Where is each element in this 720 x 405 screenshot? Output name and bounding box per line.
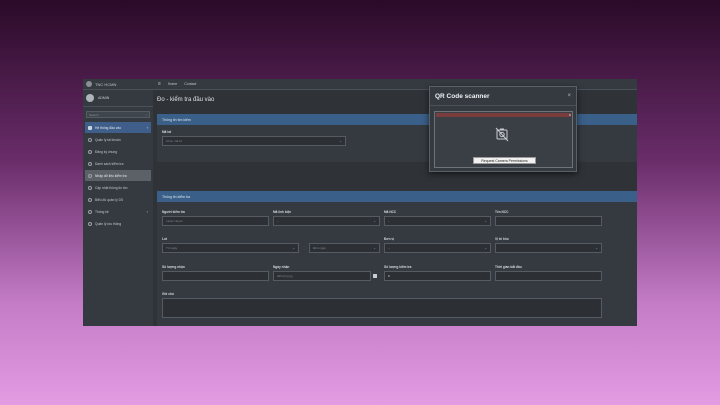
sidebar-item-label: Quản lý tài khoản	[95, 137, 121, 142]
hamburger-menu-icon[interactable]: ≡	[158, 81, 161, 87]
dashboard-icon	[88, 125, 92, 130]
sidebar-search[interactable]: Search ⌕	[86, 111, 150, 118]
chevron-down-icon: ⌄	[484, 246, 487, 250]
logo-icon	[86, 81, 92, 87]
ncc-name-label: Tên NCC	[495, 210, 509, 214]
chevron-down-icon: ⌄	[373, 219, 376, 223]
sidebar-item-label: Quản lý lưu thông	[95, 221, 122, 226]
nav-link-contact[interactable]: Contact	[184, 82, 196, 86]
sidebar-item-label: Nhập dữ liệu kiểm tra	[95, 173, 127, 178]
sidebar-item-accounts[interactable]: Quản lý tài khoản	[85, 134, 151, 145]
select-value: --	[388, 219, 390, 223]
sidebar-item-circulation[interactable]: Quản lý lưu thông	[85, 218, 151, 229]
circle-icon	[88, 137, 92, 142]
component-code-label: Mã linh kiện	[273, 210, 292, 214]
scanner-status-bar	[436, 113, 571, 117]
chevron-down-icon: ⌄	[484, 219, 487, 223]
select-value: --	[388, 246, 390, 250]
chevron-down-icon: ⌄	[292, 246, 295, 250]
chevron-left-icon: ‹	[146, 125, 148, 130]
circle-icon	[88, 173, 92, 178]
nav-link-home[interactable]: Home	[168, 82, 177, 86]
lot-to-select[interactable]: Đến ngày ⌄	[309, 243, 380, 253]
sidebar-item-registration[interactable]: Đăng ký chung	[85, 146, 151, 157]
ncc-name-field[interactable]	[495, 216, 602, 226]
sidebar-item-input-system[interactable]: Hệ thống đầu vào ‹	[85, 122, 151, 133]
inspector-value: Laser Huyen	[166, 219, 184, 223]
modal-title: QR Code scanner	[435, 92, 490, 100]
sidebar-item-label: Thống kê	[95, 209, 109, 214]
sidebar-item-inspection-list[interactable]: Danh sách kiểm tra	[85, 158, 151, 169]
sidebar-item-stock-update[interactable]: Cập nhật thông tin tồn	[85, 182, 151, 193]
close-icon[interactable]: ×	[567, 93, 571, 99]
lot-select[interactable]: Chọn mã lot ⌄	[162, 136, 346, 146]
sidebar-item-label: Biểu đồ quản lý DS	[95, 197, 124, 202]
chevron-down-icon: ⌄	[373, 246, 376, 250]
received-qty-field[interactable]	[162, 271, 269, 281]
user-name: ADMIN	[98, 96, 110, 100]
brand[interactable]: TNC HCMN	[83, 79, 153, 90]
search-input[interactable]: Search	[89, 113, 99, 117]
request-camera-permissions-button[interactable]: Request Camera Permissions	[473, 157, 536, 164]
sidebar-item-inspection-input[interactable]: Nhập dữ liệu kiểm tra	[85, 170, 151, 181]
from-placeholder: Từ ngày	[166, 246, 178, 250]
inspector-label: Người kiểm tra	[162, 210, 185, 214]
start-time-label: Thời gian bắt đầu	[495, 265, 522, 269]
to-placeholder: Đến ngày	[313, 246, 326, 250]
lot-from-select[interactable]: Từ ngày ⌄	[162, 243, 299, 253]
date-placeholder: dd/mm/yyyy	[277, 274, 294, 278]
start-time-field[interactable]	[495, 271, 602, 281]
qr-scanner-modal: QR Code scanner × x Request Camera Permi…	[429, 86, 577, 172]
inspector-field[interactable]: Laser Huyen	[162, 216, 269, 226]
sidebar-item-label: Danh sách kiểm tra	[95, 161, 124, 166]
warehouse-select[interactable]: ⌄	[495, 243, 602, 253]
warehouse-label: Vị trí kho	[495, 237, 509, 241]
brand-name: TNC HCMN	[95, 81, 117, 87]
circle-icon	[88, 197, 92, 202]
circle-icon	[88, 149, 92, 154]
ncc-code-select[interactable]: -- ⌄	[384, 216, 491, 226]
sidebar-item-label: Đăng ký chung	[95, 149, 117, 154]
camera-off-icon	[495, 127, 509, 142]
search-icon[interactable]: ⌕	[145, 113, 147, 117]
unit-label: Đơn vị	[384, 237, 395, 241]
lot-select-value: Chọn mã lot	[166, 139, 183, 143]
chevron-left-icon: ‹	[146, 209, 148, 214]
received-date-field[interactable]: dd/mm/yyyy	[273, 271, 371, 281]
received-date-label: Ngày nhận	[273, 265, 290, 269]
lot-label: Lot	[162, 237, 167, 241]
sidebar-item-statistics[interactable]: Thống kê ‹	[85, 206, 151, 217]
user-panel[interactable]: ADMIN	[83, 90, 153, 107]
sidebar: TNC HCMN ADMIN Search ⌕ Hệ thống đầu vào…	[83, 79, 153, 326]
circle-icon	[88, 221, 92, 226]
select-value: --	[277, 219, 279, 223]
circle-icon	[88, 161, 92, 166]
sidebar-item-charts[interactable]: Biểu đồ quản lý DS	[85, 194, 151, 205]
unit-select[interactable]: -- ⌄	[384, 243, 491, 253]
sidebar-item-label: Cập nhật thông tin tồn	[95, 185, 128, 190]
sidebar-item-label: Hệ thống đầu vào	[95, 125, 122, 130]
circle-icon	[88, 185, 92, 190]
page-title: Đo - kiểm tra đầu vào	[157, 97, 215, 103]
chevron-down-icon: ⌄	[595, 246, 598, 250]
note-label: Ghi chú	[162, 292, 174, 296]
received-qty-label: Số lượng nhận	[162, 265, 185, 269]
inspection-card: Thông tin kiểm tra Người kiểm tra Mã lin…	[157, 191, 637, 326]
scanner-close-icon[interactable]: x	[569, 112, 571, 117]
chevron-down-icon: ⌄	[339, 139, 342, 143]
inspection-card-header: Thông tin kiểm tra	[157, 191, 637, 202]
component-code-select[interactable]: -- ⌄	[273, 216, 380, 226]
avatar	[86, 94, 94, 102]
qr-scanner-region: x Request Camera Permissions	[434, 111, 573, 168]
calendar-icon[interactable]	[373, 274, 377, 278]
inspect-qty-field[interactable]: 0	[384, 271, 491, 281]
inspect-qty-value: 0	[388, 274, 390, 278]
lot-label: Mã lot	[162, 130, 172, 134]
circle-icon	[88, 209, 92, 214]
inspect-qty-label: Số lượng kiểm tra	[384, 265, 412, 269]
modal-header: QR Code scanner ×	[430, 87, 576, 106]
ncc-code-label: Mã NCC	[384, 210, 397, 214]
note-textarea[interactable]	[162, 298, 602, 318]
